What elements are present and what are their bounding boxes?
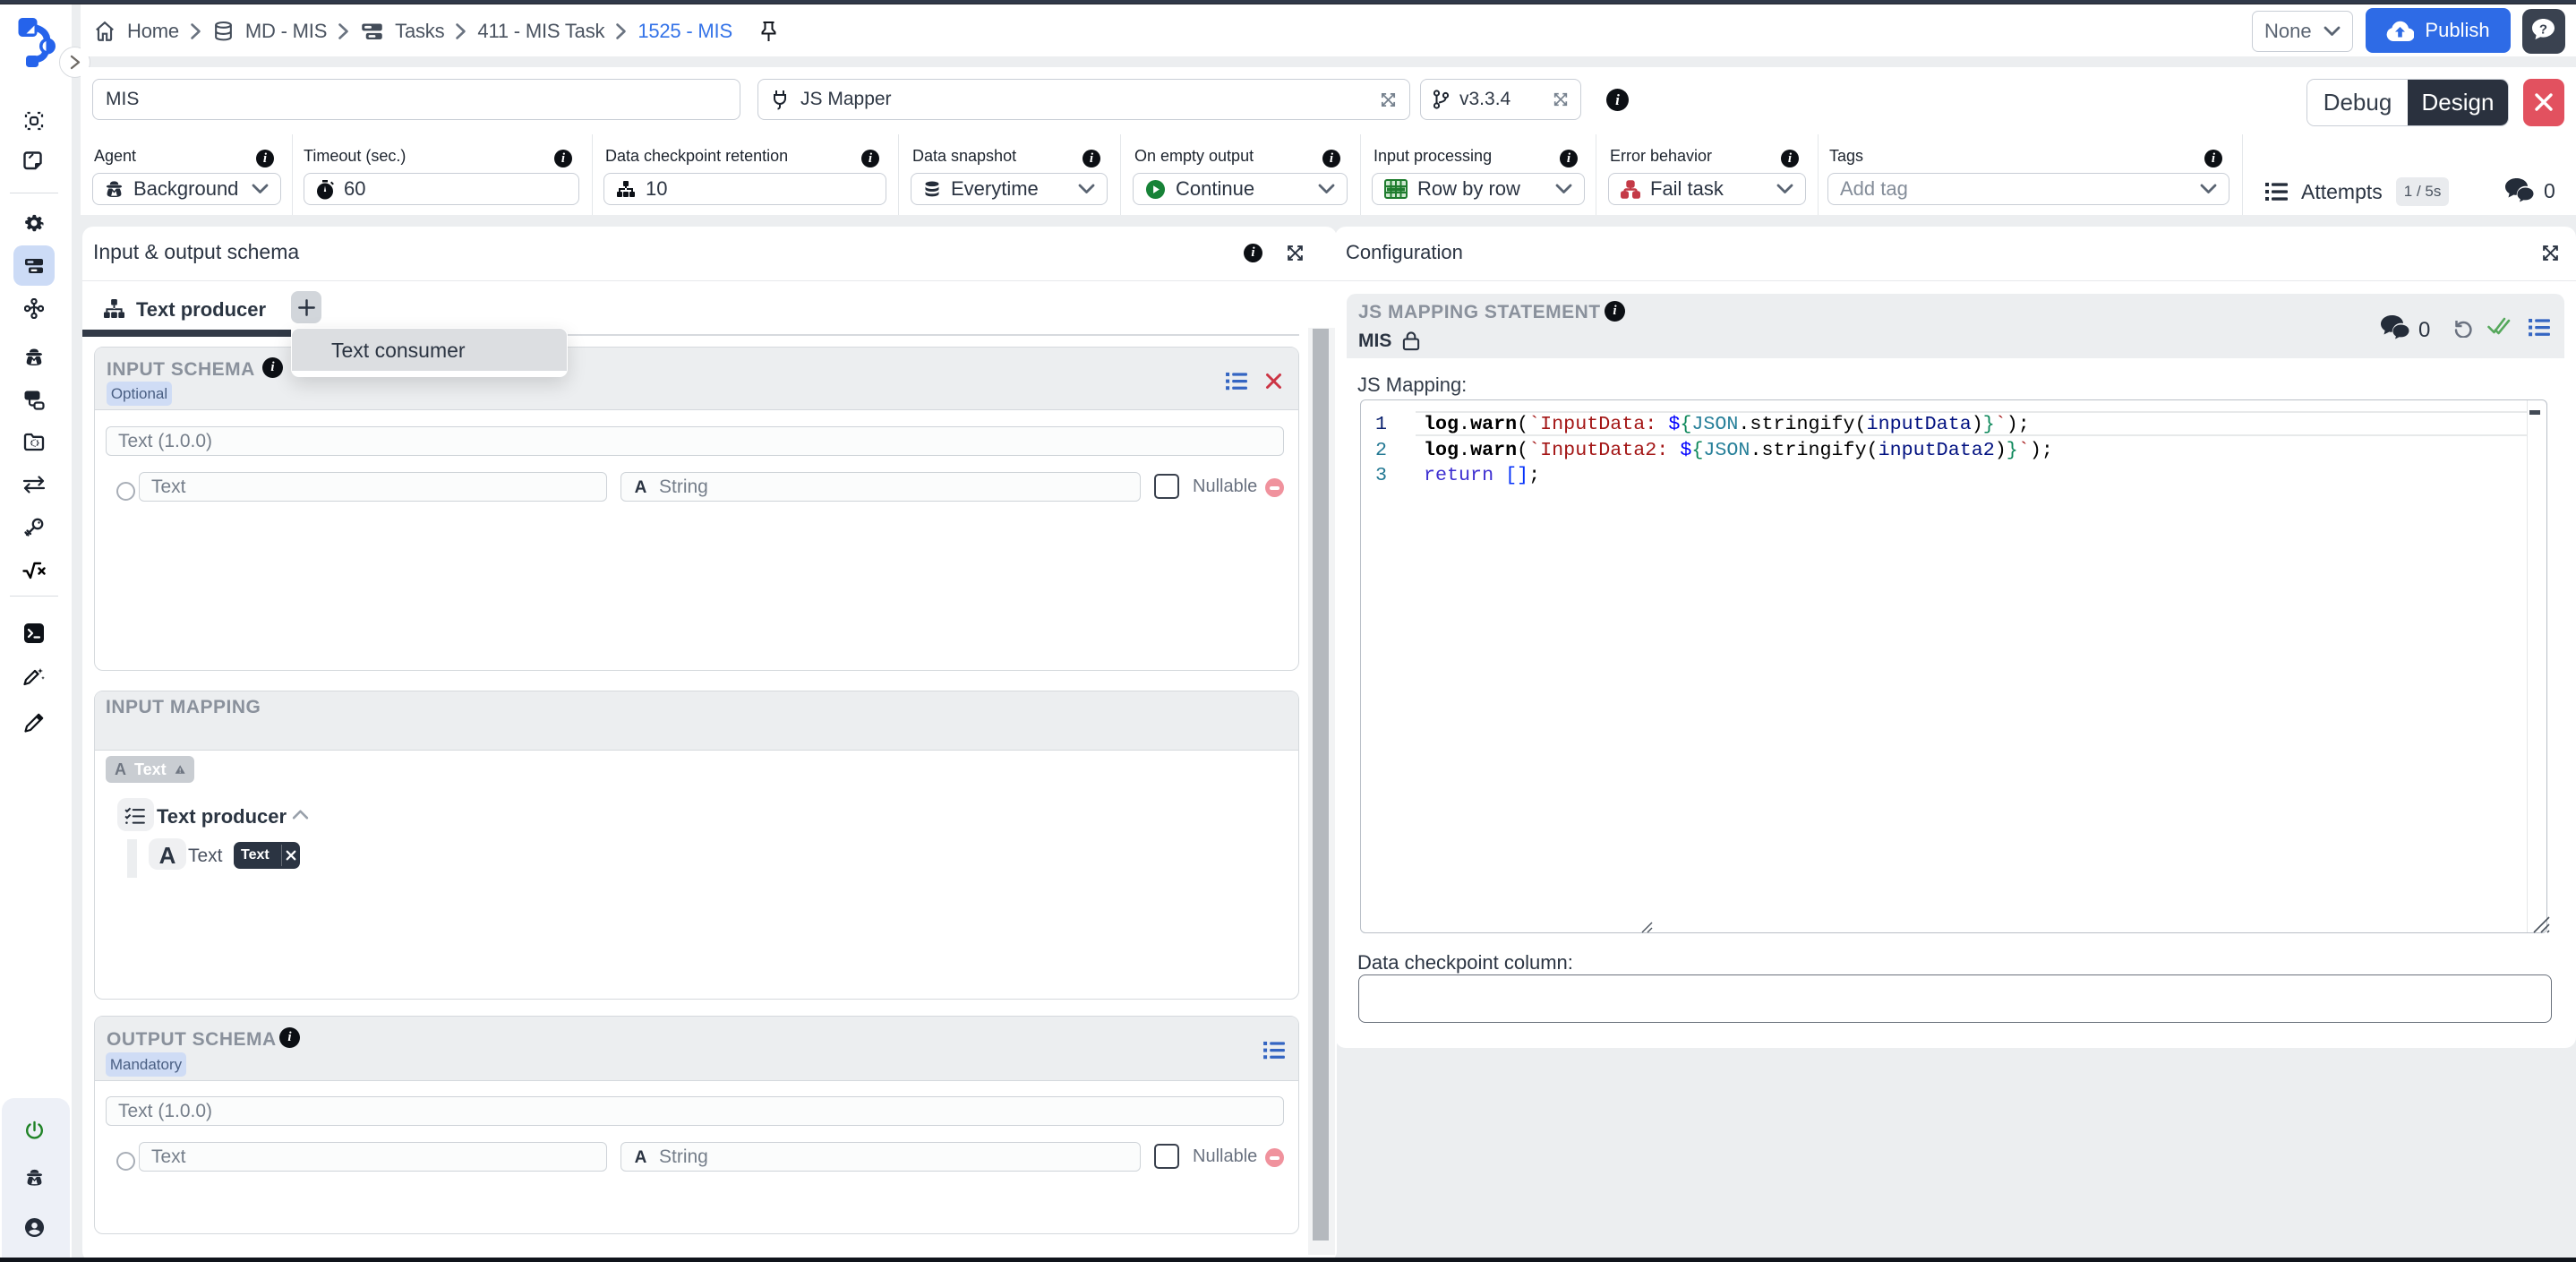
svg-text:A: A [635,1149,647,1164]
svg-text:A: A [635,479,647,494]
svg-text:?: ? [2539,22,2547,38]
